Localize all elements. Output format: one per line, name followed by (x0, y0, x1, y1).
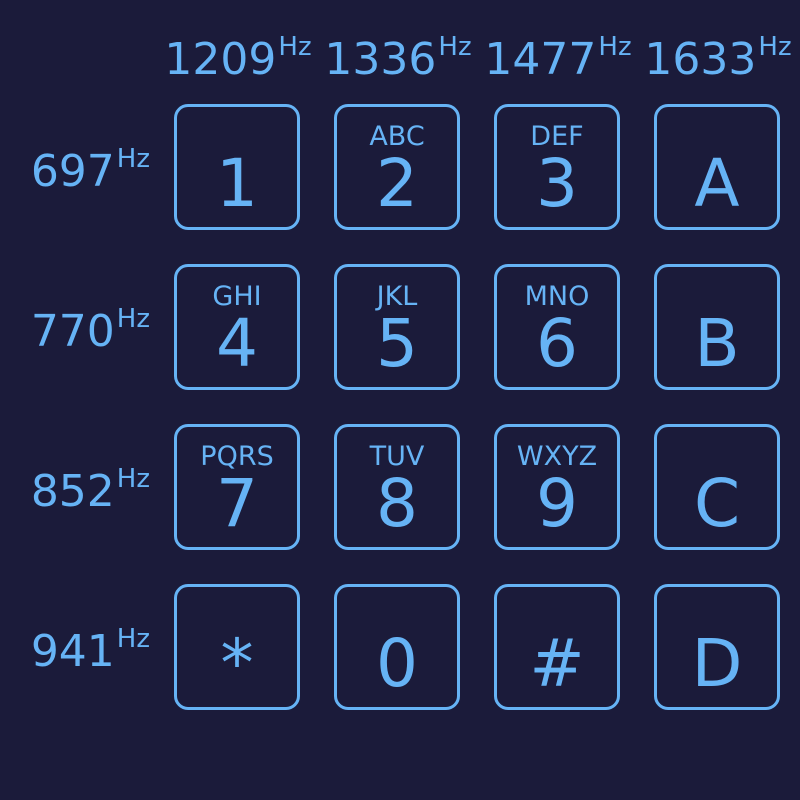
key-digit: 3 (536, 145, 578, 222)
key-digit: 4 (216, 305, 258, 382)
row-frequency-value: 770 (30, 306, 115, 357)
key-2[interactable]: ABC 2 (334, 104, 460, 230)
row-frequency-value: 697 (30, 146, 115, 197)
key-digit: 7 (216, 465, 258, 542)
key-4[interactable]: GHI 4 (174, 264, 300, 390)
frequency-unit: Hz (278, 32, 312, 62)
key-digit: * (220, 625, 254, 702)
key-a[interactable]: A (654, 104, 780, 230)
key-digit: 1 (216, 145, 258, 222)
row-frequency-697: 697Hz (0, 146, 150, 194)
key-3[interactable]: DEF 3 (494, 104, 620, 230)
key-star[interactable]: * (174, 584, 300, 710)
column-frequency-value: 1336 (324, 34, 437, 85)
frequency-unit: Hz (116, 464, 150, 494)
column-frequency-1633: 1633Hz (638, 34, 798, 82)
key-d[interactable]: D (654, 584, 780, 710)
key-1[interactable]: 1 (174, 104, 300, 230)
frequency-unit: Hz (438, 32, 472, 62)
key-digit: 6 (536, 305, 578, 382)
key-digit: B (694, 305, 740, 382)
frequency-unit: Hz (598, 32, 632, 62)
column-frequency-1336: 1336Hz (318, 34, 478, 82)
key-digit: 5 (376, 305, 418, 382)
key-5[interactable]: JKL 5 (334, 264, 460, 390)
key-hash[interactable]: # (494, 584, 620, 710)
key-digit: # (529, 625, 585, 702)
key-8[interactable]: TUV 8 (334, 424, 460, 550)
key-6[interactable]: MNO 6 (494, 264, 620, 390)
column-frequency-value: 1633 (644, 34, 757, 85)
key-c[interactable]: C (654, 424, 780, 550)
key-digit: D (691, 625, 743, 702)
frequency-unit: Hz (116, 624, 150, 654)
key-digit: C (693, 465, 741, 542)
key-0[interactable]: 0 (334, 584, 460, 710)
key-9[interactable]: WXYZ 9 (494, 424, 620, 550)
frequency-unit: Hz (116, 144, 150, 174)
key-digit: A (694, 145, 740, 222)
key-digit: 8 (376, 465, 418, 542)
row-frequency-value: 941 (30, 626, 115, 677)
key-digit: 9 (536, 465, 578, 542)
column-frequency-1477: 1477Hz (478, 34, 638, 82)
row-frequency-value: 852 (30, 466, 115, 517)
column-frequency-value: 1477 (484, 34, 597, 85)
key-b[interactable]: B (654, 264, 780, 390)
key-digit: 0 (376, 625, 418, 702)
frequency-unit: Hz (116, 304, 150, 334)
key-7[interactable]: PQRS 7 (174, 424, 300, 550)
frequency-unit: Hz (758, 32, 792, 62)
row-frequency-852: 852Hz (0, 466, 150, 514)
key-digit: 2 (376, 145, 418, 222)
row-frequency-941: 941Hz (0, 626, 150, 674)
row-frequency-770: 770Hz (0, 306, 150, 354)
column-frequency-value: 1209 (164, 34, 277, 85)
column-frequency-1209: 1209Hz (158, 34, 318, 82)
